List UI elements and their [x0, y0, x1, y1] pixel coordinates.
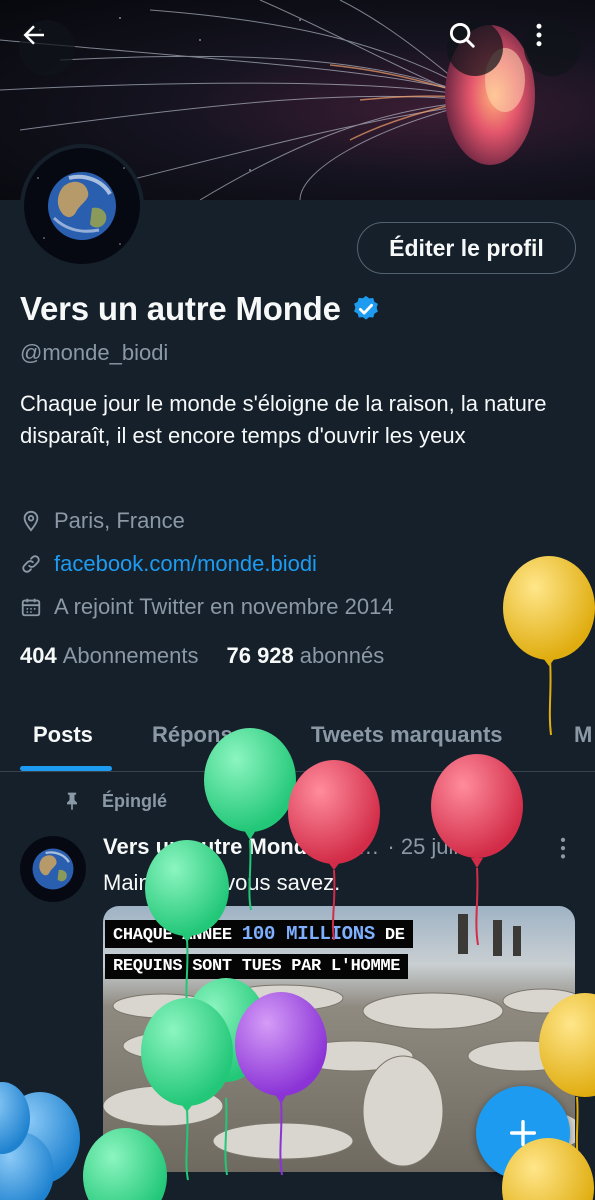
- more-vertical-icon: [536, 23, 542, 47]
- search-icon: [449, 22, 475, 48]
- caption-text-c: DE: [374, 926, 405, 945]
- profile-website: facebook.com/monde.biodi: [20, 551, 317, 577]
- tab-media[interactable]: M: [574, 722, 592, 748]
- verified-badge-icon: [353, 295, 378, 320]
- compose-tweet-button[interactable]: [476, 1086, 570, 1180]
- pin-icon: [67, 792, 77, 811]
- following-count: 404: [20, 643, 57, 668]
- active-tab-indicator: [20, 766, 112, 771]
- location-pin-icon: [20, 510, 42, 532]
- tweet-header: Vers un autre Monde … · 25 juin 16: [103, 834, 496, 860]
- following-stat[interactable]: 404 Abonnements: [20, 643, 198, 669]
- verified-badge-icon: [329, 837, 348, 855]
- tweet-avatar[interactable]: [20, 836, 86, 902]
- pinned-indicator: Épinglé: [62, 790, 167, 812]
- profile-bio: Chaque jour le monde s'éloigne de la rai…: [20, 391, 547, 448]
- website-link[interactable]: facebook.com/monde.biodi: [54, 551, 317, 577]
- arrow-left-icon: [23, 25, 44, 45]
- tab-highlights[interactable]: Tweets marquants: [311, 722, 503, 748]
- caption-highlight: 100 MILLIONS: [241, 923, 376, 945]
- profile-name-row: Vers un autre Monde: [20, 290, 381, 328]
- profile-joined: A rejoint Twitter en novembre 2014: [20, 594, 394, 620]
- calendar-icon: [20, 596, 42, 618]
- profile-stats: 404 Abonnements 76 928 abonnés: [20, 643, 384, 669]
- tweet-handle-truncated: …: [357, 834, 380, 859]
- more-vertical-icon: [560, 837, 566, 859]
- profile-avatar[interactable]: [20, 144, 144, 268]
- media-caption-line1: CHAQUE ANNEE 100 MILLIONS DE: [105, 920, 413, 948]
- joined-text: A rejoint Twitter en novembre 2014: [54, 594, 394, 619]
- tweet-text: Maintenant, vous savez.: [103, 870, 341, 895]
- tweet-more-button[interactable]: [552, 834, 574, 864]
- tweet-author-name[interactable]: Vers un autre Monde: [103, 834, 319, 860]
- edit-profile-button[interactable]: Éditer le profil: [357, 222, 576, 274]
- search-button[interactable]: [447, 20, 503, 76]
- pinned-label: Épinglé: [102, 790, 168, 811]
- tab-posts[interactable]: Posts: [33, 722, 93, 748]
- followers-stat[interactable]: 76 928 abonnés: [226, 643, 384, 669]
- location-text: Paris, France: [54, 508, 185, 533]
- earth-image: [32, 848, 74, 890]
- balloon-blue-left: [0, 1082, 80, 1200]
- profile-location: Paris, France: [20, 508, 185, 534]
- more-options-button[interactable]: [524, 20, 580, 76]
- caption-text-a: CHAQUE ANNEE: [113, 926, 242, 945]
- plus-icon: [509, 1119, 537, 1147]
- earth-image: [24, 148, 140, 264]
- back-button[interactable]: [19, 20, 75, 76]
- profile-tabs: Posts Réponses Tweets marquants M: [0, 700, 595, 772]
- followers-count: 76 928: [226, 643, 294, 668]
- link-icon: [20, 553, 42, 575]
- following-label: Abonnements: [62, 643, 199, 668]
- tab-replies[interactable]: Réponses: [152, 722, 257, 748]
- profile-handle: @monde_biodi: [20, 340, 169, 365]
- tweet-date[interactable]: · 25 juin 16: [387, 834, 496, 860]
- profile-name: Vers un autre Monde: [20, 290, 341, 327]
- followers-label: abonnés: [299, 643, 385, 668]
- media-caption-line2: REQUINS SONT TUES PAR L'HOMME: [105, 954, 409, 979]
